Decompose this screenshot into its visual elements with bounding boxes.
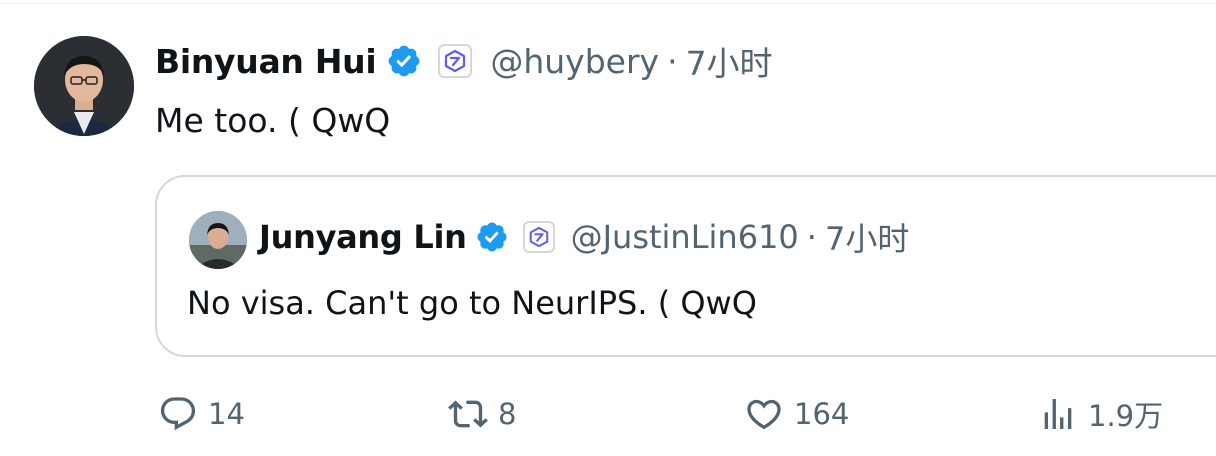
separator-dot: ·	[667, 41, 678, 81]
quoted-author-handle[interactable]: @JustinLin610	[571, 218, 799, 256]
repost-count: 8	[498, 397, 517, 431]
views-count: 1.9万	[1088, 399, 1164, 433]
like-count: 164	[794, 397, 850, 431]
tweet-timestamp[interactable]: 7小时	[686, 37, 773, 85]
quoted-avatar-photo	[189, 211, 247, 269]
reply-count: 14	[208, 397, 245, 431]
tweet-header: Binyuan Hui @huybery · 7小时	[155, 38, 773, 84]
quoted-verified-badge-icon[interactable]	[475, 220, 509, 254]
author-avatar[interactable]	[34, 36, 134, 136]
repost-icon	[448, 400, 488, 428]
author-name[interactable]: Binyuan Hui	[155, 42, 377, 81]
like-icon	[747, 399, 781, 430]
quoted-author-avatar[interactable]	[189, 211, 247, 269]
reply-button[interactable]: 14	[158, 390, 245, 438]
quoted-tweet-header: Junyang Lin @JustinLin610 · 7小时	[259, 215, 909, 259]
quoted-affiliate-logo-icon	[529, 226, 548, 248]
repost-button[interactable]: 8	[448, 390, 516, 438]
quoted-author-name[interactable]: Junyang Lin	[259, 218, 467, 256]
tweet-actions-bar: 14 8 164 1.9万	[0, 390, 1216, 438]
author-handle[interactable]: @huybery	[490, 42, 659, 81]
affiliate-logo-icon	[445, 49, 466, 73]
tweet-text: Me too. ( QwQ	[155, 101, 391, 140]
quoted-tweet-card[interactable]: Junyang Lin @JustinLin610 · 7小时 No visa.…	[155, 175, 1216, 357]
reply-icon	[160, 397, 196, 431]
quoted-tweet-timestamp[interactable]: 7小时	[825, 214, 909, 260]
views-button[interactable]: 1.9万	[1038, 390, 1163, 438]
avatar-photo	[34, 36, 134, 136]
quoted-tweet-text: No visa. Can't go to NeurIPS. ( QwQ	[187, 284, 757, 322]
like-button[interactable]: 164	[744, 390, 849, 438]
quoted-affiliate-badge[interactable]	[522, 221, 555, 253]
affiliate-badge[interactable]	[438, 44, 473, 78]
views-icon	[1044, 399, 1072, 429]
quoted-separator-dot: ·	[806, 218, 817, 256]
top-divider	[0, 3, 1216, 4]
verified-badge-icon[interactable]	[386, 43, 422, 79]
